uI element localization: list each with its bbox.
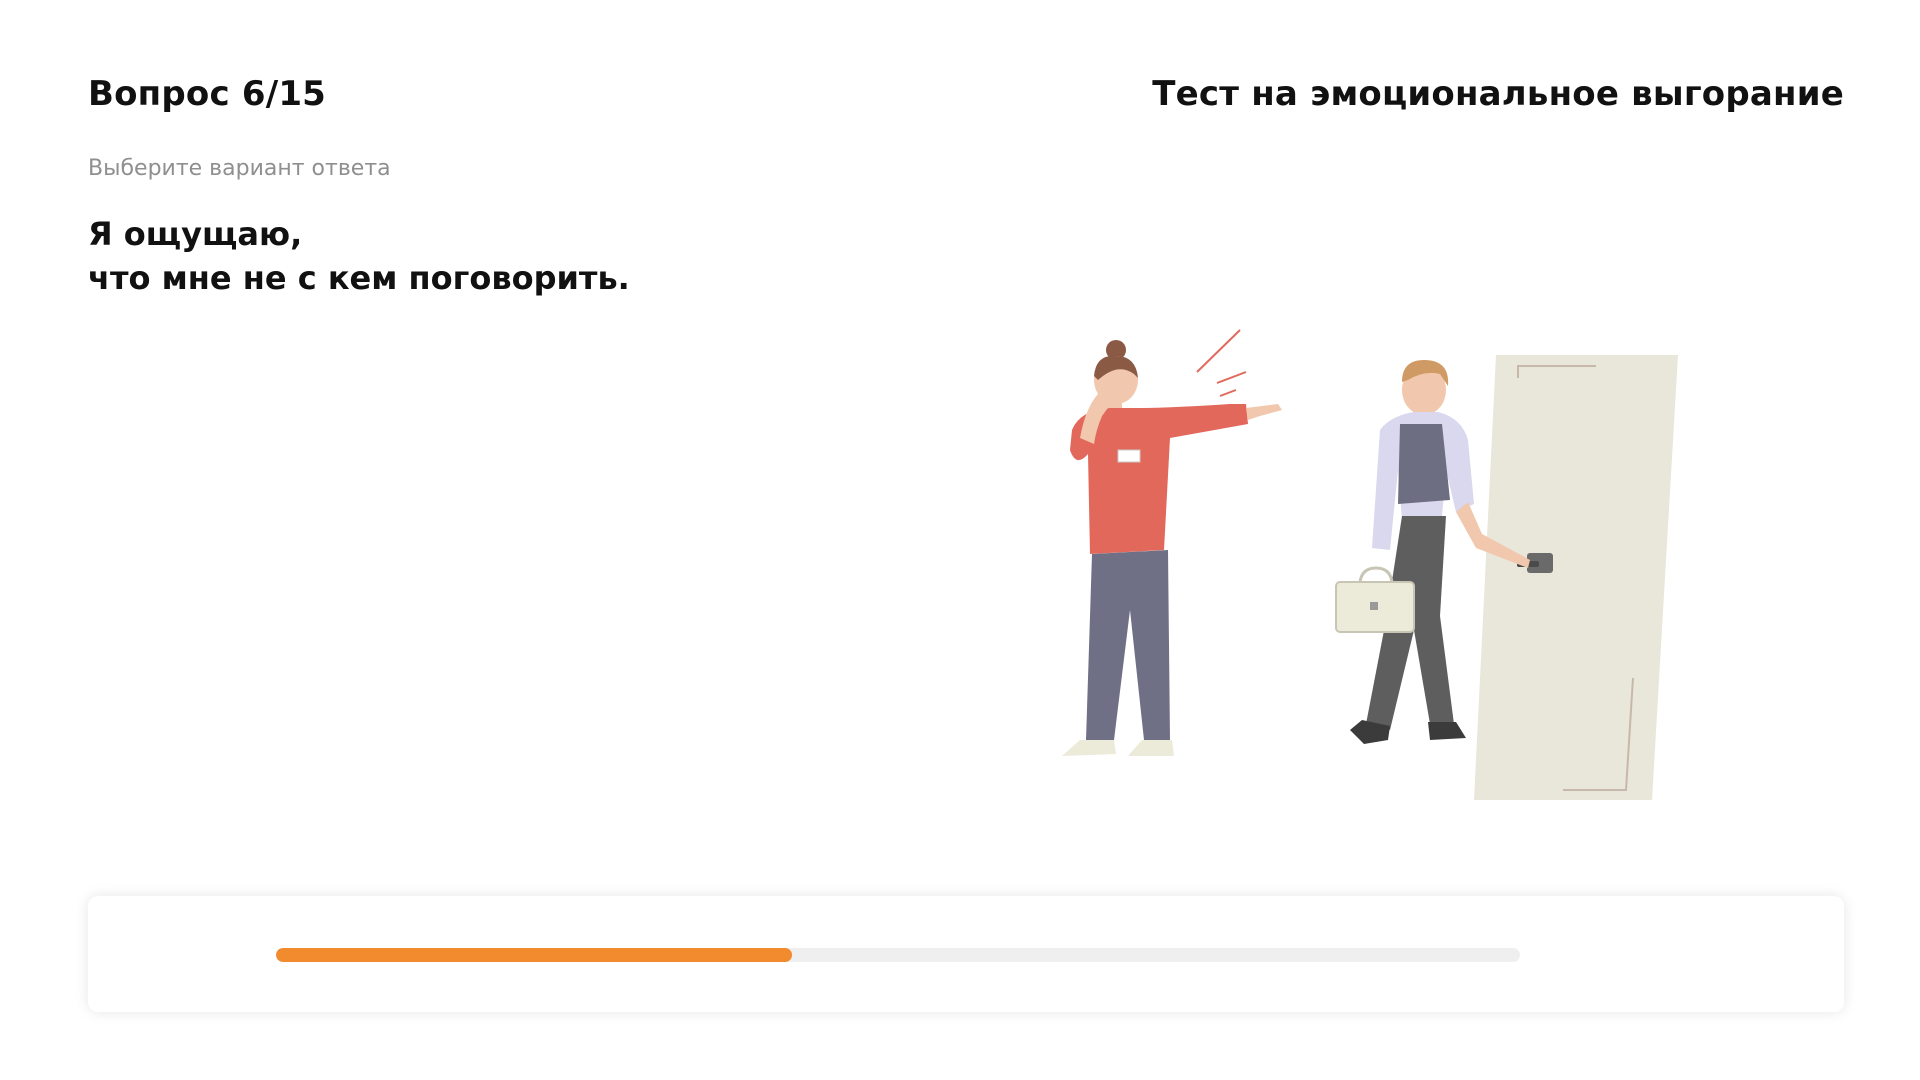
woman-figure [1062,340,1282,756]
question-line-2: что мне не с кем поговорить. [88,259,630,297]
progress-card [88,896,1844,1012]
progress-track [276,948,1520,962]
shout-lines [1196,329,1247,397]
question-counter: Вопрос 6/15 [88,74,327,114]
progress-fill [276,948,793,962]
quiz-page: Вопрос 6/15 Тест на эмоциональное выгора… [0,0,1920,1080]
answer-hint: Выберите вариант ответа [88,156,391,181]
question-text: Я ощущаю, что мне не с кем поговорить. [88,212,808,300]
office-scene-illustration [1062,329,1678,800]
question-line-1: Я ощущаю, [88,215,303,253]
door-illustration [1474,355,1678,800]
test-title: Тест на эмоциональное выгорание [1152,74,1844,114]
